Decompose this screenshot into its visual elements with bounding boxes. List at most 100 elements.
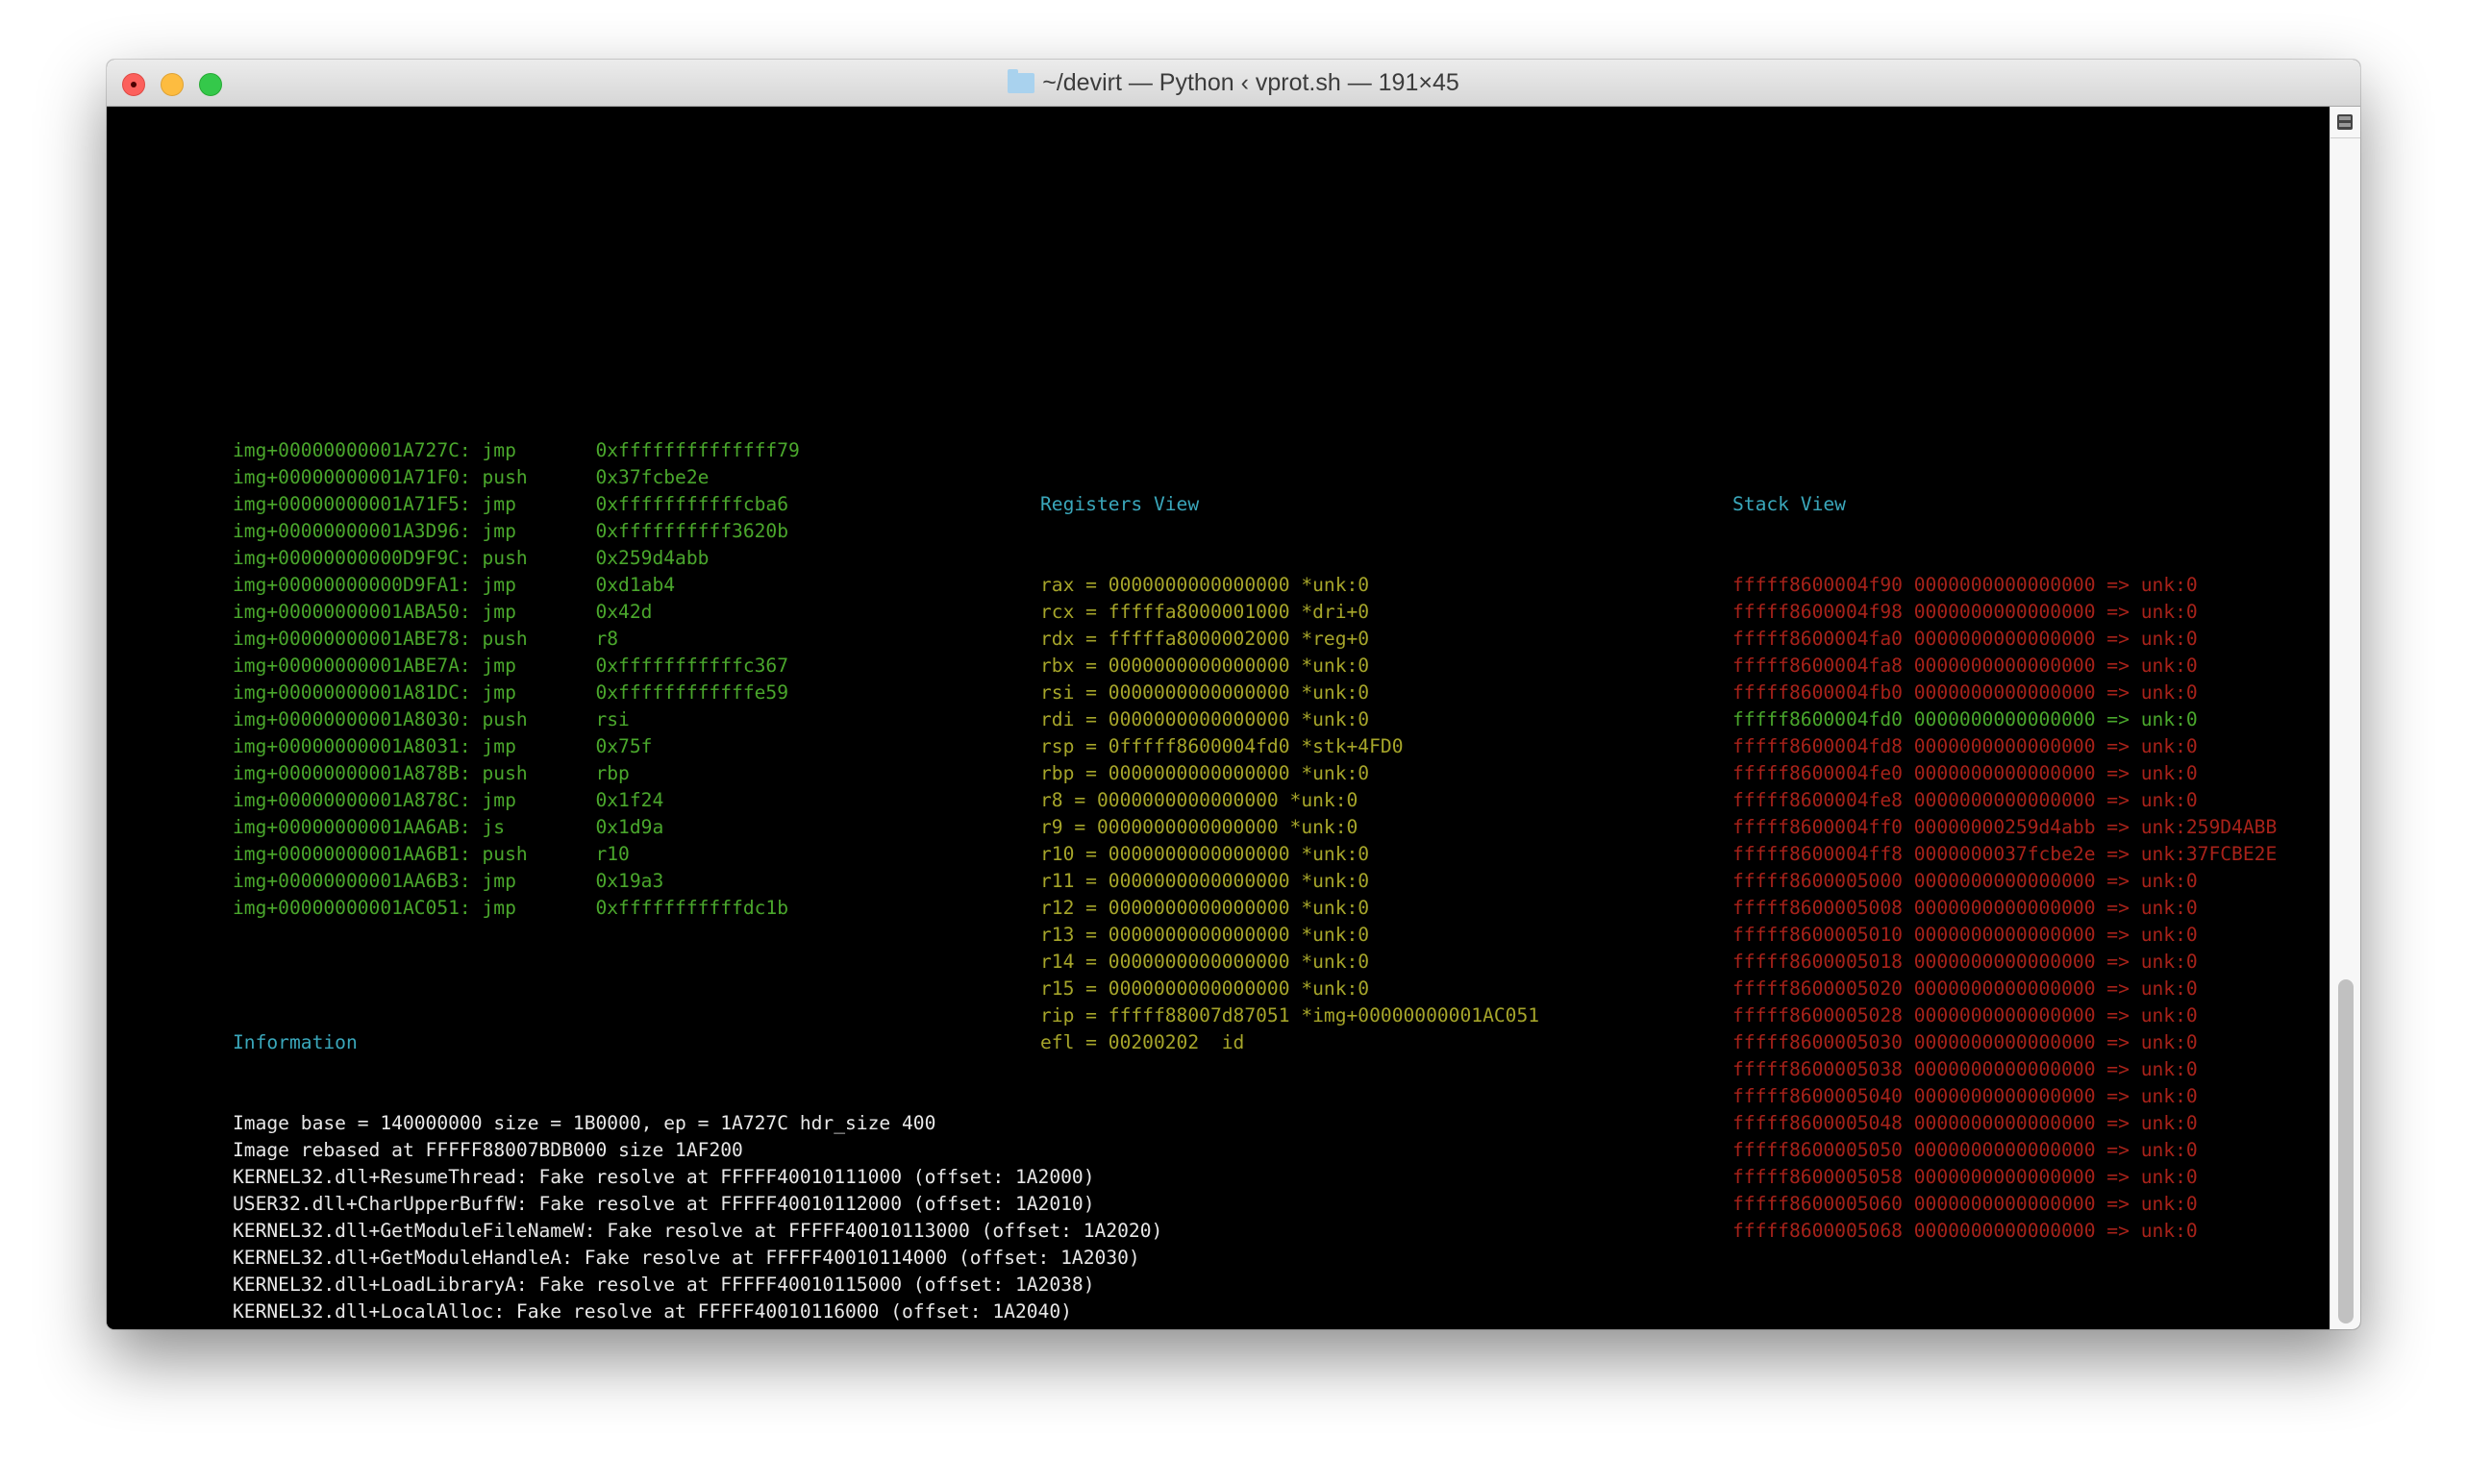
register-row: rbp = 0000000000000000 *unk:0 — [1040, 762, 1370, 784]
stack-arrow: => — [2106, 1220, 2130, 1242]
instruction-operand: 0xffffffffffffe59 — [595, 681, 789, 704]
register-value: 0fffff8600004fd0 — [1108, 735, 1290, 757]
register-value: 0000000000000000 — [1096, 816, 1279, 838]
register-row: r8 = 0000000000000000 *unk:0 — [1040, 789, 1358, 811]
instruction-operand: 0x37fcbe2e — [595, 466, 710, 488]
stack-value: 0000000000000000 — [1913, 924, 2096, 946]
stack-target: unk:0 — [2140, 1031, 2198, 1053]
stack-value: 0000000000000000 — [1913, 1139, 2096, 1161]
register-annotation: *unk:0 — [1301, 655, 1370, 677]
split-divider — [2330, 137, 2360, 138]
instruction-mnemonic: push — [482, 708, 528, 730]
instruction-mnemonic: push — [482, 762, 528, 784]
register-annotation: *img+00000000001AC051 — [1301, 1004, 1540, 1026]
stack-value: 0000000000000000 — [1913, 1220, 2096, 1242]
stack-address: fffff8600005060 — [1732, 1193, 1903, 1215]
stack-value: 0000000000000000 — [1913, 1166, 2096, 1188]
stack-row: fffff8600005038 0000000000000000 => unk:… — [1732, 1056, 2277, 1083]
information-line: KERNEL32.dll+LoadLibraryA: Fake resolve … — [233, 1274, 1095, 1296]
stack-address: fffff8600004ff8 — [1732, 843, 1903, 865]
stack-arrow: => — [2106, 1193, 2130, 1215]
terminal-window: ~/devirt — Python ‹ vprot.sh — 191×45 im… — [107, 60, 2360, 1329]
instruction-mnemonic: jmp — [482, 735, 516, 757]
terminal-output[interactable]: img+00000000001A727C: jmp 0xffffffffffffff… — [107, 107, 2330, 1329]
instruction-mnemonic: jmp — [482, 439, 516, 461]
stack-row: fffff8600004fd8 0000000000000000 => unk:… — [1732, 733, 2277, 760]
stack-address: fffff8600004ff0 — [1732, 816, 1903, 838]
register-row: rdx = fffffa8000002000 *reg+0 — [1040, 628, 1370, 650]
stack-row: fffff8600004f98 0000000000000000 => unk:… — [1732, 599, 2277, 626]
stack-address: fffff8600005018 — [1732, 951, 1903, 973]
instruction-mnemonic: jmp — [482, 574, 516, 596]
stack-address: fffff8600005000 — [1732, 870, 1903, 892]
stack-value: 0000000000000000 — [1913, 1004, 2096, 1026]
split-pane-icon[interactable] — [2337, 114, 2353, 130]
register-annotation: *unk:0 — [1301, 897, 1370, 919]
disassembly-row: img+00000000001ABA50: jmp 0x42d — [233, 599, 800, 626]
instruction-address: img+00000000001A3D96: — [233, 520, 471, 542]
stack-row: fffff8600004fe8 0000000000000000 => unk:… — [1732, 787, 2277, 814]
stack-row: fffff8600004ff8 0000000037fcbe2e => unk:… — [1732, 841, 2277, 868]
instruction-address: img+00000000000D9FA1: — [233, 574, 471, 596]
stack-row: fffff8600005040 0000000000000000 => unk:… — [1732, 1083, 2277, 1110]
register-name: rbp — [1040, 762, 1075, 784]
instruction-mnemonic: jmp — [482, 897, 516, 919]
register-row: rbx = 0000000000000000 *unk:0 — [1040, 655, 1370, 677]
stack-target: unk:0 — [2140, 1112, 2198, 1134]
register-name: rdi — [1040, 708, 1075, 730]
instruction-mnemonic: jmp — [482, 789, 516, 811]
stack-row: fffff8600004fe0 0000000000000000 => unk:… — [1732, 760, 2277, 787]
stack-row: fffff8600005008 0000000000000000 => unk:… — [1732, 895, 2277, 922]
instruction-mnemonic: jmp — [482, 870, 516, 892]
register-value: 0000000000000000 — [1108, 708, 1290, 730]
instruction-mnemonic: jmp — [482, 520, 516, 542]
disassembly-row: img+00000000001AA6B1: push r10 — [233, 841, 800, 868]
instruction-mnemonic: push — [482, 547, 528, 569]
stack-address: fffff8600004fb0 — [1732, 681, 1903, 704]
scrollbar[interactable] — [2330, 107, 2360, 1329]
register-annotation: *unk:0 — [1301, 843, 1370, 865]
register-name: r12 — [1040, 897, 1075, 919]
registers-title: Registers View — [1040, 493, 1200, 515]
stack-view: Stack View fffff8600004f90 0000000000000… — [1732, 437, 2277, 1298]
stack-value: 0000000000000000 — [1913, 1058, 2096, 1080]
instruction-address: img+00000000001AA6AB: — [233, 816, 471, 838]
instruction-operand: 0x259d4abb — [595, 547, 710, 569]
disassembly-row: img+00000000001A8031: jmp 0x75f — [233, 733, 800, 760]
stack-target: unk:0 — [2140, 924, 2198, 946]
stack-arrow: => — [2106, 1085, 2130, 1107]
instruction-operand: 0x75f — [595, 735, 653, 757]
stack-arrow: => — [2106, 897, 2130, 919]
information-line: KERNEL32.dll+GetModuleHandleA: Fake reso… — [233, 1247, 1140, 1269]
register-value: fffffa8000001000 — [1108, 601, 1290, 623]
register-row: rdi = 0000000000000000 *unk:0 — [1040, 708, 1370, 730]
instruction-address: img+00000000001A71F0: — [233, 466, 471, 488]
scrollbar-thumb[interactable] — [2338, 979, 2354, 1323]
instruction-mnemonic: push — [482, 466, 528, 488]
stack-value: 0000000000000000 — [1913, 655, 2096, 677]
stack-value: 0000000000000000 — [1913, 1031, 2096, 1053]
stack-address: fffff8600005040 — [1732, 1085, 1903, 1107]
information-line: KERNEL32.dll+ResumeThread: Fake resolve … — [233, 1166, 1095, 1188]
stack-value: 00000000259d4abb — [1913, 816, 2096, 838]
stack-target: unk:0 — [2140, 655, 2198, 677]
stack-address: fffff8600005028 — [1732, 1004, 1903, 1026]
stack-arrow: => — [2106, 1004, 2130, 1026]
stack-arrow: => — [2106, 924, 2130, 946]
title-bar[interactable]: ~/devirt — Python ‹ vprot.sh — 191×45 — [107, 60, 2360, 107]
instruction-operand: 0xfffffffffffdc1b — [595, 897, 789, 919]
instruction-address: img+00000000001AA6B3: — [233, 870, 471, 892]
stack-address: fffff8600005008 — [1732, 897, 1903, 919]
register-value: 0000000000000000 — [1108, 762, 1290, 784]
instruction-operand: 0x1f24 — [595, 789, 664, 811]
instruction-address: img+00000000001A71F5: — [233, 493, 471, 515]
stack-target: unk:0 — [2140, 628, 2198, 650]
register-value: 0000000000000000 — [1096, 789, 1279, 811]
instruction-operand: r8 — [595, 628, 619, 650]
register-annotation: *unk:0 — [1301, 574, 1370, 596]
register-annotation: *unk:0 — [1301, 951, 1370, 973]
instruction-mnemonic: push — [482, 843, 528, 865]
instruction-operand: 0x19a3 — [595, 870, 664, 892]
stack-target: unk:0 — [2140, 1166, 2198, 1188]
stack-arrow: => — [2106, 951, 2130, 973]
